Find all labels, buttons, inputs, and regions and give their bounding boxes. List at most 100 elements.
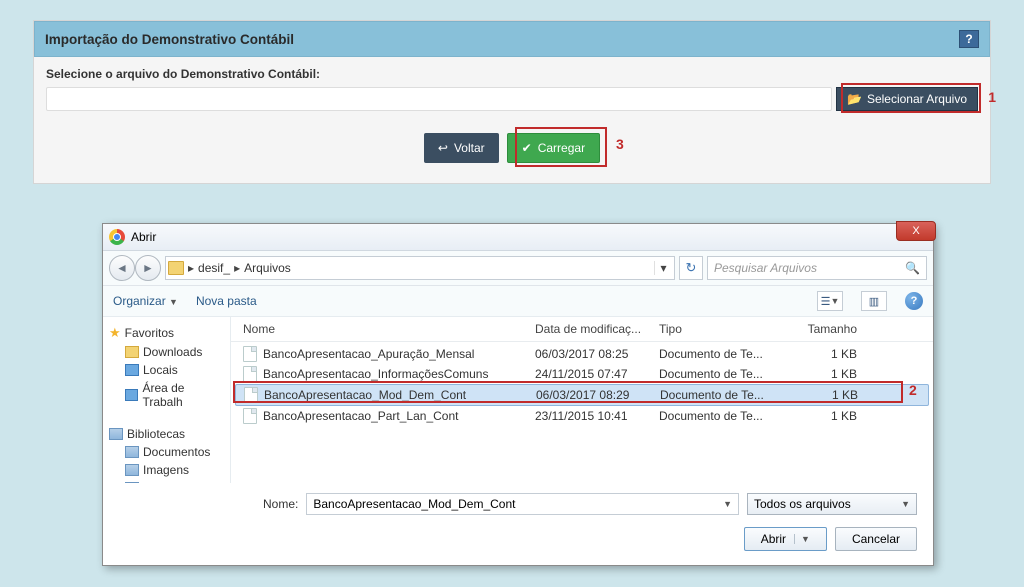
file-date: 24/11/2015 07:47 — [535, 367, 659, 381]
chrome-icon — [109, 229, 125, 245]
filename-label: Nome: — [263, 497, 298, 511]
action-buttons-row: ↩ Voltar ✔ Carregar 3 — [46, 133, 978, 163]
sidebar-desktop[interactable]: Área de Trabalh — [105, 379, 228, 411]
panel-body: Selecione o arquivo do Demonstrativo Con… — [34, 57, 990, 183]
view-options-button[interactable]: ☰ ▼ — [817, 291, 843, 311]
filename-row: Nome: BancoApresentacao_Mod_Dem_Cont ▼ T… — [103, 483, 933, 527]
breadcrumb-seg-2[interactable]: Arquivos — [244, 261, 291, 275]
open-split-arrow-icon[interactable]: ▼ — [794, 534, 810, 544]
sidebar-desktop-label: Área de Trabalh — [142, 381, 224, 409]
file-size: 1 KB — [787, 367, 877, 381]
column-headers: Nome Data de modificaç... Tipo Tamanho — [231, 317, 933, 342]
documents-icon — [125, 446, 139, 458]
col-size-header[interactable]: Tamanho — [787, 322, 877, 336]
search-icon: 🔍 — [905, 261, 920, 275]
breadcrumb-seg-1[interactable]: desif_ — [198, 261, 230, 275]
places-icon — [125, 364, 139, 376]
nav-row: ◄ ► ▸ desif_ ▸ Arquivos ▾ ↻ Pesquisar Ar… — [103, 251, 933, 286]
file-type: Documento de Te... — [659, 409, 787, 423]
file-list: BancoApresentacao_Apuração_Mensal 06/03/… — [231, 342, 933, 428]
preview-pane-button[interactable]: ▥ — [861, 291, 887, 311]
sidebar-documents[interactable]: Documentos — [105, 443, 228, 461]
cancel-button[interactable]: Cancelar — [835, 527, 917, 551]
desktop-icon — [125, 389, 138, 401]
highlight-box-file — [233, 381, 903, 403]
breadcrumb-bar[interactable]: ▸ desif_ ▸ Arquivos ▾ — [165, 256, 675, 280]
new-folder-button[interactable]: Nova pasta — [196, 294, 257, 308]
col-name-header[interactable]: Nome — [243, 322, 535, 336]
marker-2: 2 — [909, 382, 917, 398]
open-label: Abrir — [761, 532, 786, 546]
undo-icon: ↩ — [438, 141, 448, 155]
breadcrumb-arrow-icon: ▸ — [188, 261, 194, 275]
sidebar-libraries[interactable]: Bibliotecas — [105, 425, 228, 443]
dialog-action-row: Abrir ▼ Cancelar — [103, 527, 933, 565]
col-type-header[interactable]: Tipo — [659, 322, 787, 336]
file-name: BancoApresentacao_Apuração_Mensal — [263, 347, 535, 361]
file-name: BancoApresentacao_InformaçõesComuns — [263, 367, 535, 381]
highlight-box-select — [841, 83, 981, 113]
file-type: Documento de Te... — [659, 347, 787, 361]
back-button[interactable]: ↩ Voltar — [424, 133, 499, 163]
file-row[interactable]: BancoApresentacao_Apuração_Mensal 06/03/… — [231, 344, 933, 364]
sidebar-places[interactable]: Locais — [105, 361, 228, 379]
file-field-label: Selecione o arquivo do Demonstrativo Con… — [46, 67, 978, 81]
marker-1: 1 — [988, 89, 996, 105]
file-row[interactable]: BancoApresentacao_Part_Lan_Cont 23/11/20… — [231, 406, 933, 426]
sidebar-documents-label: Documentos — [143, 445, 210, 459]
nav-buttons: ◄ ► — [109, 255, 161, 281]
file-select-row: 📂 Selecionar Arquivo 1 — [46, 87, 978, 111]
search-placeholder: Pesquisar Arquivos — [714, 261, 817, 275]
sidebar-images[interactable]: Imagens — [105, 461, 228, 479]
folder-icon — [125, 346, 139, 358]
document-icon — [243, 346, 257, 362]
file-area: Nome Data de modificaç... Tipo Tamanho B… — [231, 317, 933, 483]
help-icon[interactable]: ? — [905, 292, 923, 310]
folder-icon — [168, 261, 184, 275]
file-open-dialog: Abrir X ◄ ► ▸ desif_ ▸ Arquivos ▾ ↻ Pesq… — [102, 223, 934, 566]
chevron-down-icon: ▼ — [901, 499, 910, 509]
sidebar-favorites[interactable]: ★ Favoritos — [105, 323, 228, 343]
sidebar-places-label: Locais — [143, 363, 178, 377]
nav-forward-button[interactable]: ► — [135, 255, 161, 281]
nav-back-button[interactable]: ◄ — [109, 255, 135, 281]
import-panel: Importação do Demonstrativo Contábil ? S… — [33, 20, 991, 184]
sidebar-downloads-label: Downloads — [143, 345, 202, 359]
filename-value: BancoApresentacao_Mod_Dem_Cont — [313, 497, 515, 511]
file-name: BancoApresentacao_Part_Lan_Cont — [263, 409, 535, 423]
dialog-close-button[interactable]: X — [896, 221, 936, 241]
search-input[interactable]: Pesquisar Arquivos 🔍 — [707, 256, 927, 280]
file-date: 06/03/2017 08:25 — [535, 347, 659, 361]
document-icon — [243, 366, 257, 382]
breadcrumb-dropdown-icon[interactable]: ▾ — [654, 261, 672, 275]
sidebar-libraries-label: Bibliotecas — [127, 427, 185, 441]
back-label: Voltar — [454, 141, 485, 155]
chevron-down-icon: ▼ — [723, 499, 732, 509]
file-size: 1 KB — [787, 409, 877, 423]
filename-input[interactable]: BancoApresentacao_Mod_Dem_Cont ▼ — [306, 493, 739, 515]
breadcrumb-arrow-icon: ▸ — [234, 261, 240, 275]
refresh-button[interactable]: ↻ — [679, 256, 703, 280]
chevron-down-icon: ▼ — [169, 297, 178, 307]
dialog-content: ★ Favoritos Downloads Locais Área de Trab… — [103, 317, 933, 483]
highlight-box-load — [515, 127, 607, 167]
library-icon — [109, 428, 123, 440]
sidebar-downloads[interactable]: Downloads — [105, 343, 228, 361]
file-type-filter[interactable]: Todos os arquivos ▼ — [747, 493, 917, 515]
dialog-title: Abrir — [131, 230, 156, 244]
toolbar-row: Organizar ▼ Nova pasta ☰ ▼ ▥ ? — [103, 286, 933, 317]
sidebar-favorites-label: Favoritos — [125, 326, 174, 340]
star-icon: ★ — [109, 325, 121, 341]
document-icon — [243, 408, 257, 424]
file-type: Documento de Te... — [659, 367, 787, 381]
sidebar: ★ Favoritos Downloads Locais Área de Trab… — [103, 317, 231, 483]
dialog-titlebar[interactable]: Abrir X — [103, 224, 933, 251]
organize-menu[interactable]: Organizar ▼ — [113, 294, 178, 308]
panel-title: Importação do Demonstrativo Contábil — [45, 32, 294, 47]
help-button[interactable]: ? — [959, 30, 979, 48]
images-icon — [125, 464, 139, 476]
panel-header: Importação do Demonstrativo Contábil ? — [34, 21, 990, 57]
col-date-header[interactable]: Data de modificaç... — [535, 322, 659, 336]
file-path-display — [46, 87, 832, 111]
open-button[interactable]: Abrir ▼ — [744, 527, 827, 551]
